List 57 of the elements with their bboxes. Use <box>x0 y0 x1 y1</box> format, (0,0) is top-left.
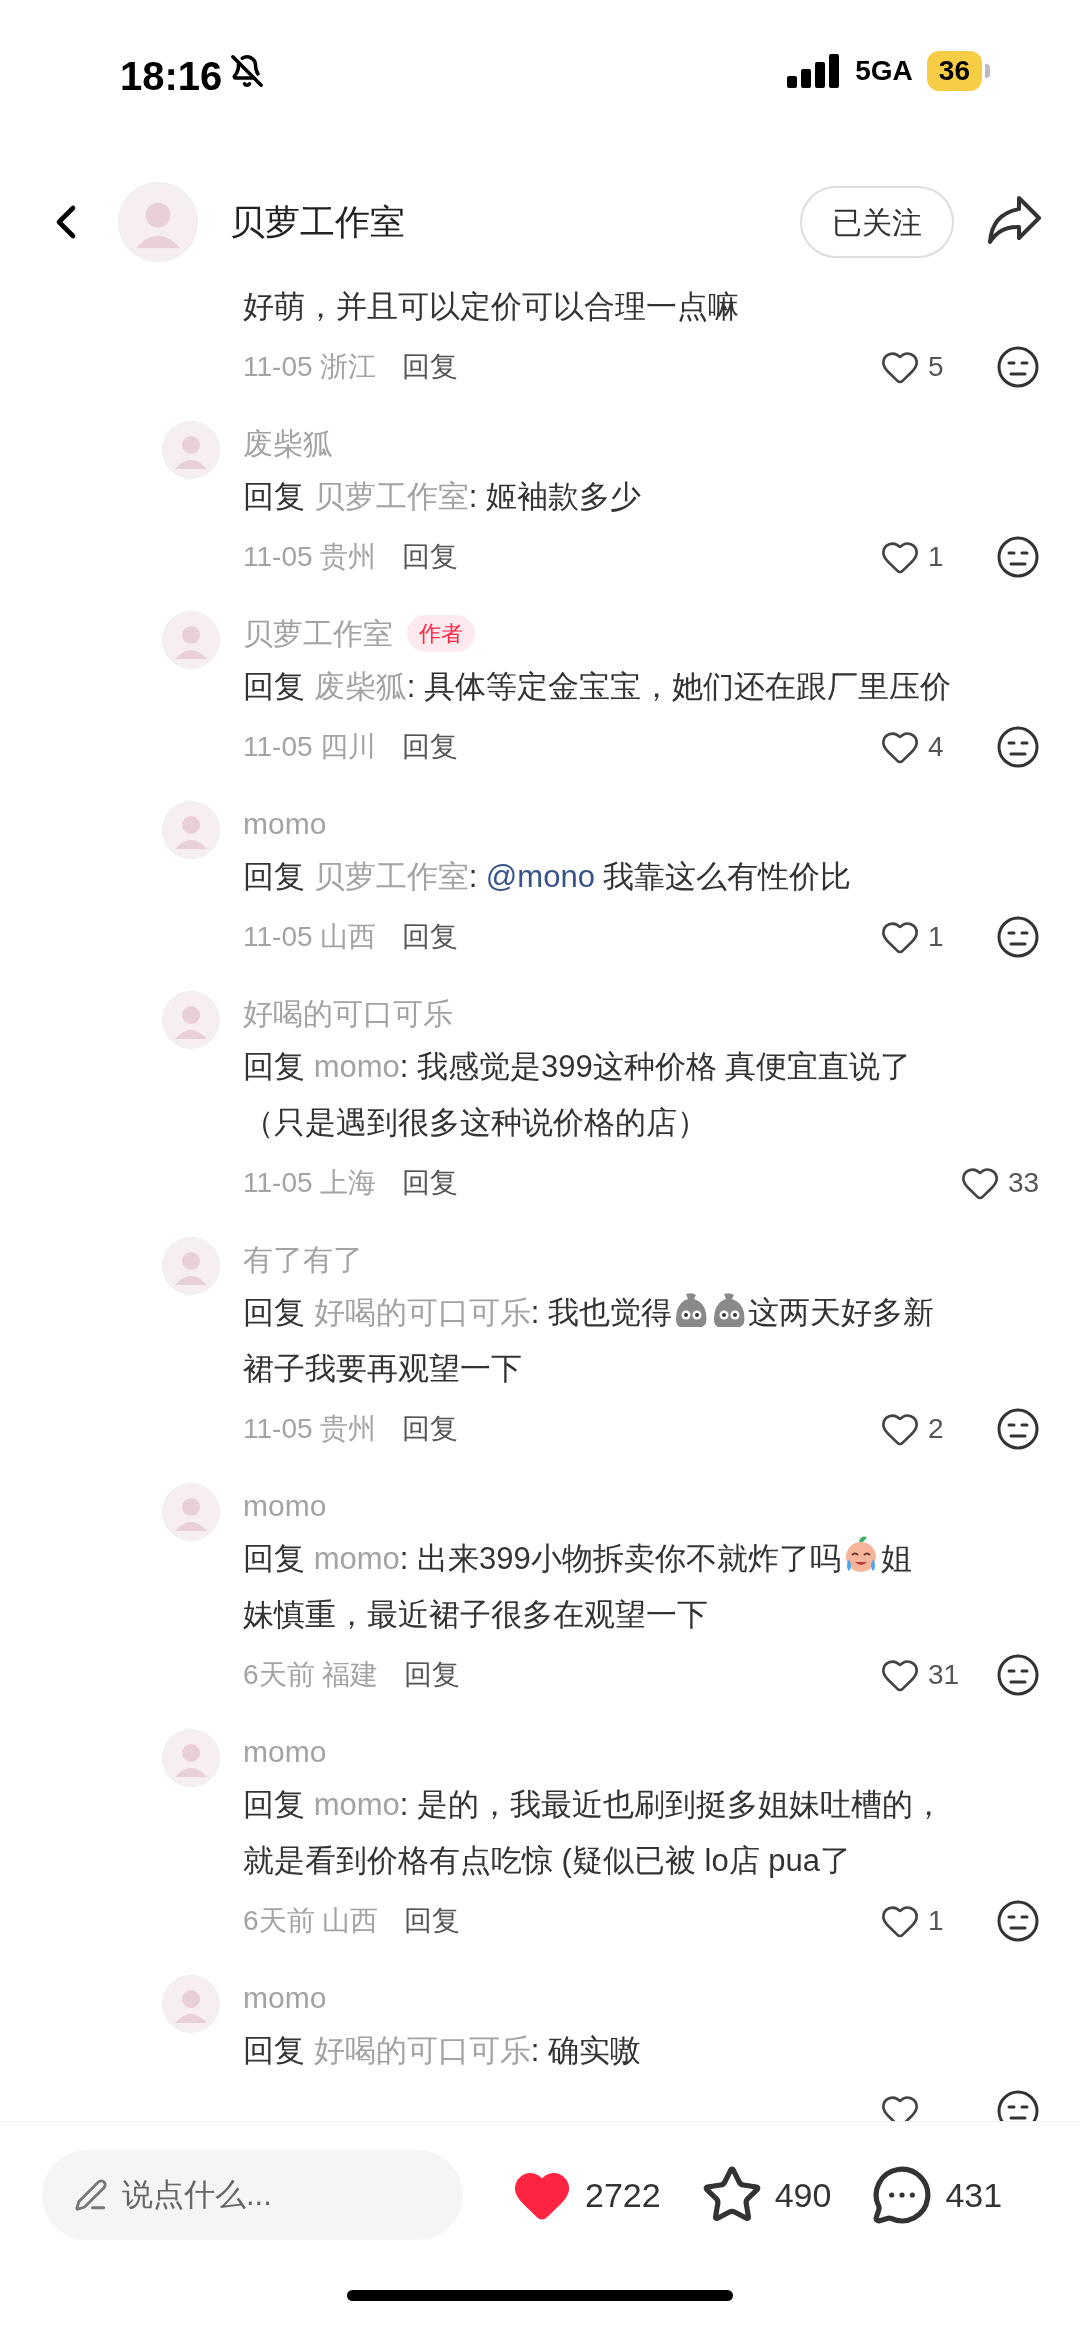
comment-text: 回复 贝萝工作室: 姬袖款多少 <box>243 478 642 516</box>
like-button[interactable]: 33 <box>960 1162 1040 1204</box>
comment-date: 11-05 山西 <box>243 920 377 954</box>
favorite-button[interactable]: 490 <box>700 2164 832 2226</box>
reply-link[interactable]: 回复 <box>402 1162 459 1204</box>
comment-text: 回复 momo: 是的，我最近也刷到挺多姐妹吐槽的， 就是看到价格有点吃惊 (疑似已被 lo店 pua了 <box>243 1786 945 1880</box>
comment-date: 11-05 四川 <box>243 730 377 764</box>
neutral-face-icon[interactable] <box>996 915 1040 959</box>
comment-date: 11-05 浙江 <box>243 350 377 384</box>
comment-date: 6天前 山西 <box>243 1904 379 1938</box>
like-button[interactable]: 4 <box>880 726 960 768</box>
comment-text: 回复 废柴狐: 具体等定金宝宝，她们还在跟厂里压价 <box>243 668 952 706</box>
pencil-icon <box>74 2178 108 2212</box>
reply-link[interactable]: 回复 <box>404 1654 461 1696</box>
like-button[interactable]: 5 <box>880 346 960 388</box>
reply-link[interactable]: 回复 <box>402 536 459 578</box>
like-button[interactable]: 1 <box>880 916 960 958</box>
comment-date: 11-05 贵州 <box>243 1412 377 1446</box>
reply-link[interactable]: 回复 <box>402 346 459 388</box>
author-badge: 作者 <box>407 614 475 652</box>
account-name[interactable]: 贝萝工作室 <box>230 182 405 262</box>
status-time: 18:16 <box>120 53 223 100</box>
comment-date: 11-05 贵州 <box>243 540 377 574</box>
like-button[interactable]: 2 <box>880 1408 960 1450</box>
share-icon[interactable] <box>986 194 1042 246</box>
like-button[interactable]: 31 <box>880 1654 960 1696</box>
comment-date: 11-05 上海 <box>243 1166 377 1200</box>
comment-text: 回复 好喝的可口可乐: 确实嗷 <box>243 2032 642 2070</box>
mention-link[interactable]: @mono <box>485 859 595 894</box>
neutral-face-icon[interactable] <box>996 1407 1040 1451</box>
silent-bell-icon <box>230 54 265 88</box>
battery-tip <box>985 64 990 78</box>
like-button[interactable]: 2722 <box>511 2164 661 2226</box>
comments-button[interactable]: 431 <box>871 2164 1003 2226</box>
reply-link[interactable]: 回复 <box>402 726 459 768</box>
reply-link[interactable]: 回复 <box>404 1900 461 1942</box>
neutral-face-icon[interactable] <box>996 725 1040 769</box>
comment-text: 回复 momo: 出来399小物拆卖你不就炸了吗 姐 妹慎重，最近裙子很多在观望一下 <box>243 1531 1040 1643</box>
network-label: 5GA <box>855 54 913 88</box>
comment-date: 6天前 福建 <box>243 1658 379 1692</box>
signal-icon <box>787 54 842 88</box>
comment-text: 回复 momo: 我感觉是399这种价格 真便宜直说了 （只是遇到很多这种说价格的店） <box>243 1048 913 1142</box>
reply-link[interactable]: 回复 <box>402 916 459 958</box>
neutral-face-icon[interactable] <box>996 345 1040 389</box>
neutral-face-icon[interactable] <box>996 535 1040 579</box>
comment-text: 回复 贝萝工作室: @mono 我靠这么有性价比 <box>243 858 853 896</box>
comment-input[interactable]: 说点什么... <box>42 2150 463 2240</box>
like-button[interactable]: 1 <box>880 536 960 578</box>
comment-text: 回复 好喝的可口可乐: 我也觉得 这两天好多新 裙子我要再观望一下 <box>243 1285 1040 1397</box>
neutral-face-icon[interactable] <box>996 1653 1040 1697</box>
battery-level: 36 <box>926 51 982 91</box>
neutral-face-icon[interactable] <box>996 2089 1040 2121</box>
neutral-face-icon[interactable] <box>996 1899 1040 1943</box>
like-button[interactable]: 1 <box>880 1900 960 1942</box>
comment-text: 好萌，并且可以定价可以合理一点嘛 <box>243 288 740 326</box>
follow-button[interactable]: 已关注 <box>800 186 954 258</box>
reply-link[interactable]: 回复 <box>402 1408 459 1450</box>
